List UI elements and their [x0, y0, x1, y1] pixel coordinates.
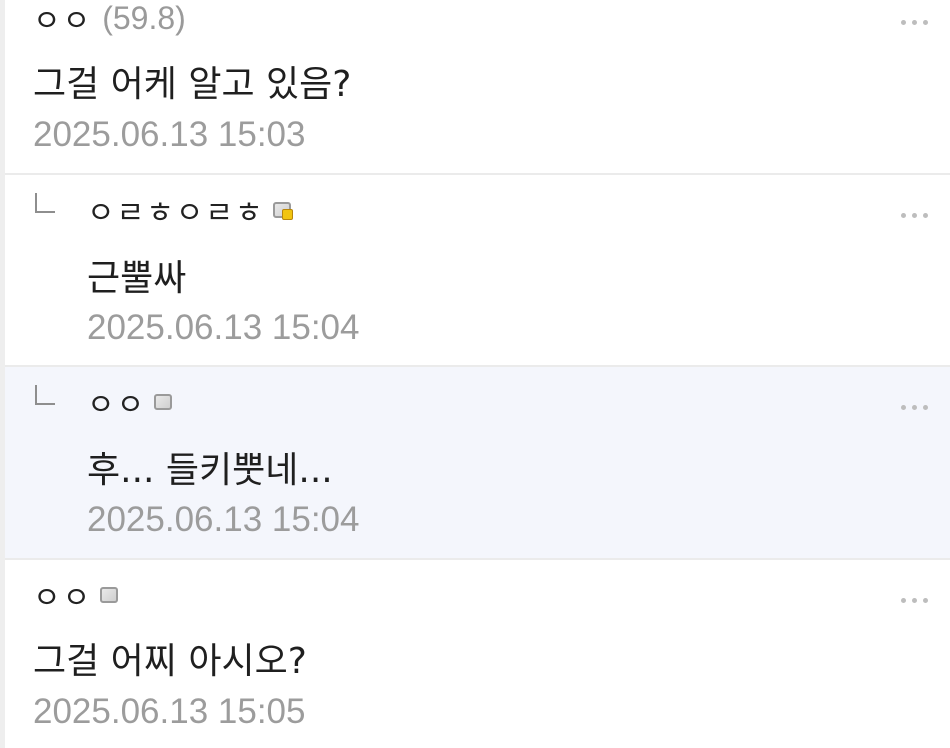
reply-item: ㅇㄹㅎㅇㄹㅎ 근뿔싸 2025.06.13 15:04 — [5, 175, 950, 367]
more-options-button[interactable] — [901, 12, 928, 32]
fixed-member-badge-icon — [272, 202, 293, 220]
comment-item: ㅇㅇ 그걸 어찌 아시오? 2025.06.13 15:05 — [5, 560, 950, 748]
comment-date: 2025.06.13 15:04 — [87, 308, 360, 347]
comment-author[interactable]: ㅇㅇ — [33, 0, 92, 40]
comment-author-row: ㅇㅇ (59.8) — [33, 0, 186, 40]
comment-author-row: ㅇㅇ — [87, 380, 173, 424]
comment-date: 2025.06.13 15:04 — [87, 500, 360, 539]
comment-ip: (59.8) — [102, 0, 186, 36]
more-options-button[interactable] — [901, 590, 928, 610]
comment-author[interactable]: ㅇㄹㅎㅇㄹㅎ — [87, 188, 265, 232]
comment-list: ㅇㅇ (59.8) 그걸 어케 알고 있음? 2025.06.13 15:03 … — [0, 0, 950, 748]
comment-item: ㅇㅇ (59.8) 그걸 어케 알고 있음? 2025.06.13 15:03 — [5, 0, 950, 175]
more-dots-icon — [901, 19, 906, 25]
comment-body: 그걸 어케 알고 있음? — [33, 64, 352, 105]
reply-arrow-icon — [35, 385, 55, 405]
reply-item: ㅇㅇ 후... 들키뿟네... 2025.06.13 15:04 — [5, 367, 950, 560]
reply-arrow-icon — [35, 193, 55, 213]
comment-body: 그걸 어찌 아시오? — [33, 641, 307, 682]
comment-body: 근뿔싸 — [87, 258, 187, 299]
comment-author-row: ㅇㄹㅎㅇㄹㅎ — [87, 188, 293, 232]
member-badge-icon — [100, 587, 119, 603]
more-dots-icon — [901, 597, 906, 603]
more-options-button[interactable] — [901, 397, 928, 417]
more-dots-icon — [901, 212, 906, 218]
comment-author[interactable]: ㅇㅇ — [33, 573, 92, 617]
more-dots-icon — [901, 404, 906, 410]
comment-author[interactable]: ㅇㅇ — [87, 380, 146, 424]
more-options-button[interactable] — [901, 205, 928, 225]
comment-date: 2025.06.13 15:05 — [33, 692, 306, 731]
comment-date: 2025.06.13 15:03 — [33, 115, 306, 154]
comment-body: 후... 들키뿟네... — [87, 450, 333, 491]
member-badge-icon — [154, 394, 173, 410]
comment-author-row: ㅇㅇ — [33, 573, 119, 617]
